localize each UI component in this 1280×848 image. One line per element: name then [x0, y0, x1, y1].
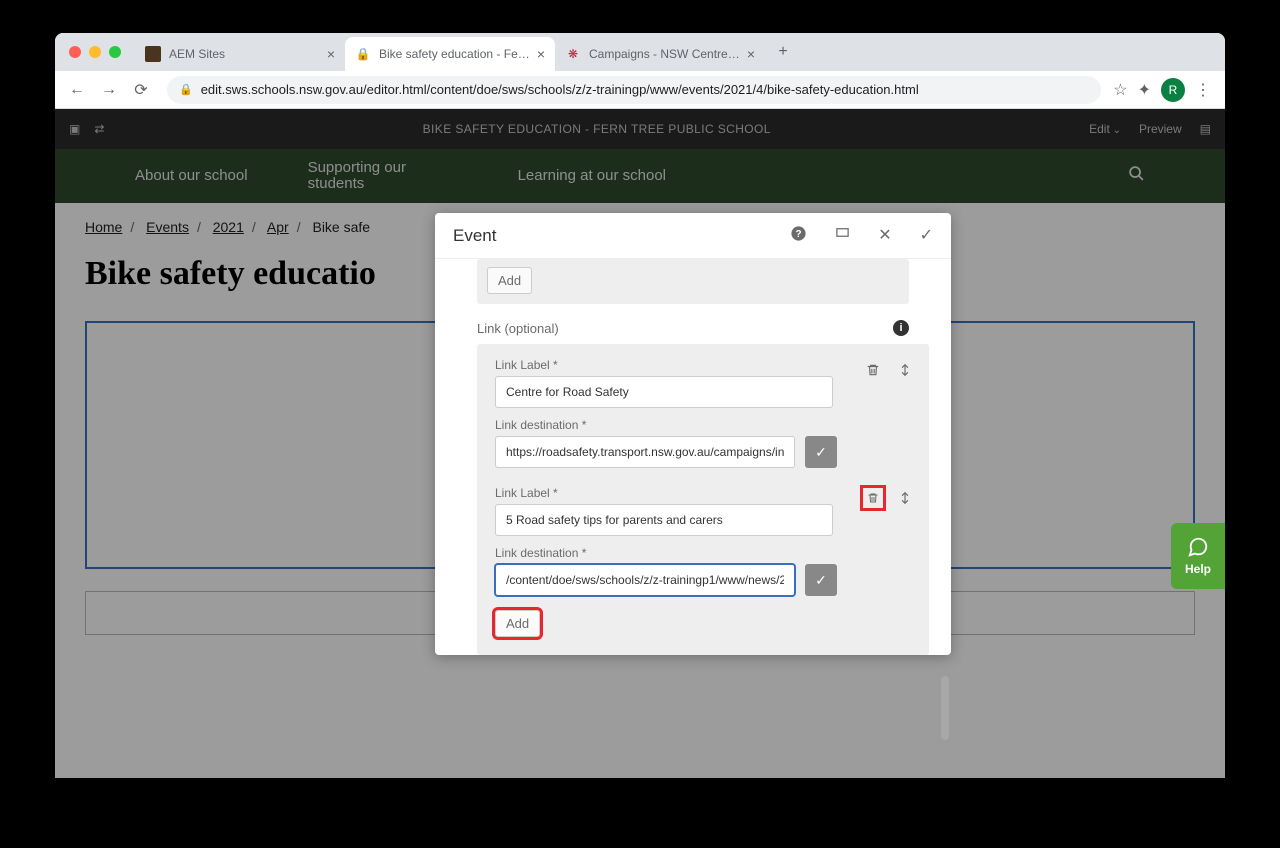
close-tab-icon[interactable]: × [747, 46, 755, 62]
favicon-icon [145, 46, 161, 62]
browser-window: AEM Sites × 🔒 Bike safety education - Fe… [55, 33, 1225, 778]
close-tab-icon[interactable]: × [537, 46, 545, 62]
checkbox-icon[interactable]: ✓ [805, 564, 837, 596]
aem-editor-toolbar: ▣ ⇄ BIKE SAFETY EDUCATION - FERN TREE PU… [55, 109, 1225, 149]
page-info-icon[interactable]: ⇄ [94, 122, 104, 136]
page-viewport: ▣ ⇄ BIKE SAFETY EDUCATION - FERN TREE PU… [55, 109, 1225, 778]
minimize-window-icon[interactable] [89, 46, 101, 58]
tab-bike-safety[interactable]: 🔒 Bike safety education - Fern Tr × [345, 37, 555, 71]
tab-title: Bike safety education - Fern Tr [379, 47, 531, 61]
extensions-icon[interactable] [1138, 80, 1151, 100]
delete-icon[interactable] [863, 488, 883, 508]
window-controls [69, 46, 121, 58]
link-item-2: Link Label * Link destination * ✓ [495, 486, 911, 596]
move-icon[interactable] [895, 488, 915, 508]
address-bar: ← → ⟳ 🔒 edit.sws.schools.nsw.gov.au/edit… [55, 71, 1225, 109]
link-dest-input[interactable] [495, 436, 795, 468]
back-button[interactable]: ← [63, 76, 91, 104]
add-button-bottom[interactable]: Add [495, 610, 540, 637]
annotate-icon[interactable]: ▤ [1200, 122, 1211, 136]
menu-icon[interactable]: ⋮ [1195, 80, 1211, 100]
reload-button[interactable]: ⟳ [127, 76, 155, 104]
event-dialog: Event ? ✕ ✓ Add Link (optional [435, 213, 951, 655]
crumb-year[interactable]: 2021 [213, 219, 244, 235]
favicon-icon: ❋ [565, 46, 581, 62]
profile-avatar[interactable]: R [1161, 78, 1185, 102]
done-icon[interactable]: ✓ [920, 225, 933, 247]
link-section-label: Link (optional) [477, 321, 559, 336]
fullscreen-icon[interactable] [835, 225, 850, 247]
nav-learning[interactable]: Learning at our school [518, 168, 666, 185]
close-tab-icon[interactable]: × [327, 46, 335, 62]
help-widget[interactable]: Help [1171, 523, 1225, 589]
link-section-header: Link (optional) i [435, 316, 951, 344]
svg-text:?: ? [796, 229, 802, 240]
search-icon[interactable] [1128, 165, 1145, 187]
link-multifield: Link Label * Link destination * ✓ [477, 344, 929, 655]
side-panel-icon[interactable]: ▣ [69, 122, 80, 136]
help-label: Help [1185, 562, 1211, 576]
dialog-title: Event [453, 226, 496, 246]
tab-aem-sites[interactable]: AEM Sites × [135, 37, 345, 71]
mode-dropdown[interactable]: Edit [1089, 122, 1121, 136]
nav-about[interactable]: About our school [135, 168, 248, 185]
link-label-field-label: Link Label * [495, 486, 911, 500]
info-icon[interactable]: i [893, 320, 909, 336]
crumb-month[interactable]: Apr [267, 219, 289, 235]
tab-nsw-centre[interactable]: ❋ Campaigns - NSW Centre for R × [555, 37, 765, 71]
link-label-input[interactable] [495, 504, 833, 536]
link-label-field-label: Link Label * [495, 358, 911, 372]
tab-strip: AEM Sites × 🔒 Bike safety education - Fe… [55, 33, 1225, 71]
link-dest-field-label: Link destination * [495, 418, 911, 432]
crumb-home[interactable]: Home [85, 219, 122, 235]
tab-title: AEM Sites [169, 47, 321, 61]
aem-page-title: BIKE SAFETY EDUCATION - FERN TREE PUBLIC… [104, 122, 1089, 136]
dialog-body: Add Link (optional) i [435, 259, 951, 655]
dialog-header: Event ? ✕ ✓ [435, 213, 951, 259]
new-tab-button[interactable]: + [769, 38, 797, 66]
link-label-input[interactable] [495, 376, 833, 408]
link-dest-input[interactable] [495, 564, 795, 596]
maximize-window-icon[interactable] [109, 46, 121, 58]
url-text: edit.sws.schools.nsw.gov.au/editor.html/… [201, 82, 919, 97]
nav-supporting[interactable]: Supporting our students [308, 160, 458, 193]
favicon-icon: 🔒 [355, 46, 371, 62]
crumb-events[interactable]: Events [146, 219, 189, 235]
lock-icon: 🔒 [179, 83, 193, 96]
add-button-top[interactable]: Add [487, 267, 532, 294]
forward-button[interactable]: → [95, 76, 123, 104]
link-dest-field-label: Link destination * [495, 546, 911, 560]
close-window-icon[interactable] [69, 46, 81, 58]
tab-title: Campaigns - NSW Centre for R [589, 47, 741, 61]
checkbox-icon[interactable]: ✓ [805, 436, 837, 468]
crumb-current: Bike safe [312, 219, 370, 235]
site-primary-nav: About our school Supporting our students… [55, 149, 1225, 203]
link-item-1: Link Label * Link destination * ✓ [495, 358, 911, 468]
close-icon[interactable]: ✕ [878, 225, 891, 247]
scrollbar-thumb[interactable] [941, 676, 949, 740]
bookmark-icon[interactable] [1113, 80, 1127, 100]
url-input[interactable]: 🔒 edit.sws.schools.nsw.gov.au/editor.htm… [167, 76, 1101, 104]
preview-button[interactable]: Preview [1139, 122, 1182, 136]
browser-actions: R ⋮ [1113, 78, 1217, 102]
delete-icon[interactable] [863, 360, 883, 380]
help-icon[interactable]: ? [790, 225, 807, 247]
move-icon[interactable] [895, 360, 915, 380]
add-section-top: Add [477, 259, 909, 304]
